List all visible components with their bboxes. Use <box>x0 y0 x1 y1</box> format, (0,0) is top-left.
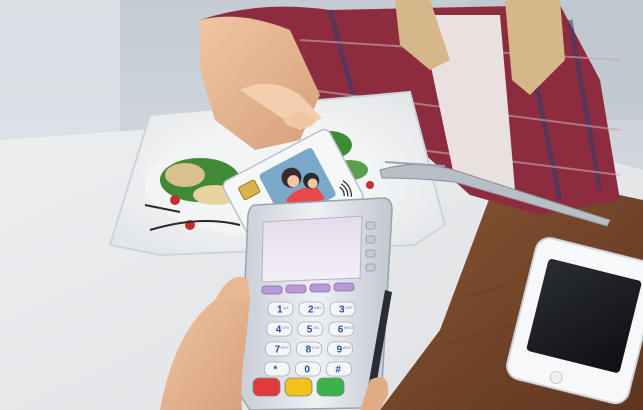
keypad-key-letters: GHI <box>282 325 289 330</box>
keypad-key-letters: QZ <box>283 305 289 310</box>
cancel-key <box>252 377 281 397</box>
keypad-key-7: 7 PRS <box>265 341 292 357</box>
keypad-key-8: 8 TUV <box>296 341 323 357</box>
enter-key <box>316 377 345 397</box>
keypad-key-0: 0 <box>294 361 321 377</box>
keypad-key-label: # <box>335 365 341 376</box>
keypad-key-5: 5 JKL <box>297 321 324 337</box>
keypad-key-letters: JKL <box>313 325 321 330</box>
keypad-key-letters: MNO <box>344 325 353 330</box>
keypad-key-9: 9 WXY <box>327 341 354 357</box>
keypad-key-3: 3 DEF <box>329 301 356 317</box>
keypad-key-hash: # <box>325 361 352 377</box>
keypad-key-label: * <box>273 365 277 376</box>
keypad-key-2: 2 ABC <box>298 301 325 317</box>
terminal-screen <box>261 215 363 283</box>
keypad-key-letters: ABC <box>314 305 322 310</box>
terminal-action-keys <box>252 377 345 397</box>
keypad-key-letters: DEF <box>345 305 354 310</box>
keypad-key-1: 1 QZ <box>267 301 294 317</box>
photo-illustration: 1 QZ 2 ABC 3 DEF 4 GHI 5 JKL 6 MNO 7 PRS 8 TUV 9 WXY * 0 # <box>0 0 643 410</box>
keypad-key-6: 6 MNO <box>328 321 355 337</box>
correction-key <box>284 377 313 397</box>
card-terminal: 1 QZ 2 ABC 3 DEF 4 GHI 5 JKL 6 MNO 7 PRS 8 TUV 9 WXY * 0 # <box>239 197 393 410</box>
keypad-key-label: 0 <box>304 365 310 376</box>
photo-scene: 1 QZ 2 ABC 3 DEF 4 GHI 5 JKL 6 MNO 7 PRS 8 TUV 9 WXY * 0 # <box>0 0 643 410</box>
keypad-key-4: 4 GHI <box>266 321 293 337</box>
keypad-key-letters: TUV <box>312 345 320 350</box>
keypad-key-letters: PRS <box>281 345 290 350</box>
keypad-key-letters: WXY <box>343 345 352 350</box>
keypad-key-star: * <box>263 361 290 377</box>
